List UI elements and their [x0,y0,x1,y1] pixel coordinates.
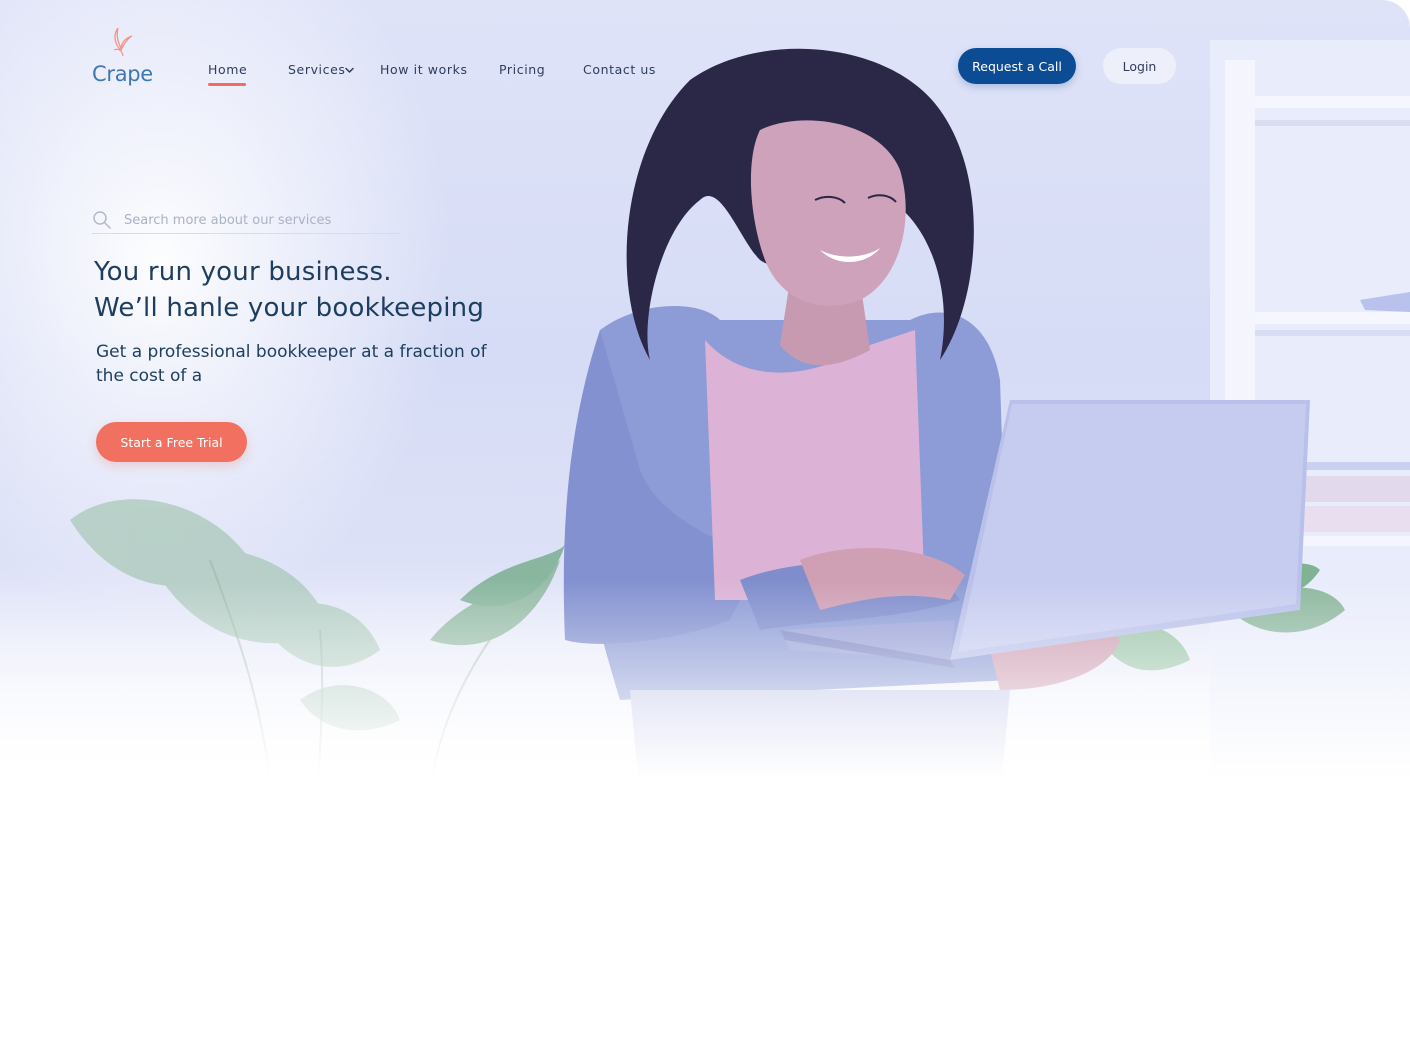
nav-pricing[interactable]: Pricing [499,62,545,77]
butterfly-icon [113,27,133,57]
nav-contact-us[interactable]: Contact us [583,62,656,77]
search-underline [92,233,400,234]
nav-home[interactable]: Home [208,62,247,77]
brand-logo[interactable]: Crape [92,26,162,88]
hero-headline: You run your business. We’ll hanle your … [94,254,484,326]
hero-subtext: Get a professional bookkeeper at a fract… [96,342,487,386]
hero-headline-line2: We’ll hanle your bookkeeping [94,293,485,323]
hero-section [0,0,1410,800]
start-free-trial-button[interactable]: Start a Free Trial [96,422,247,462]
chevron-down-icon[interactable] [344,65,355,76]
nav-active-indicator [208,83,246,86]
hero-bottom-fade [0,580,1410,800]
request-call-button[interactable]: Request a Call [958,48,1076,84]
search-input[interactable] [124,207,400,233]
brand-name: Crape [92,62,153,86]
hero-headline-line1: You run your business. [94,257,392,287]
search-icon[interactable] [92,210,112,230]
nav-how-it-works[interactable]: How it works [380,62,468,77]
login-button[interactable]: Login [1103,48,1176,84]
nav-services[interactable]: Services [288,62,346,77]
